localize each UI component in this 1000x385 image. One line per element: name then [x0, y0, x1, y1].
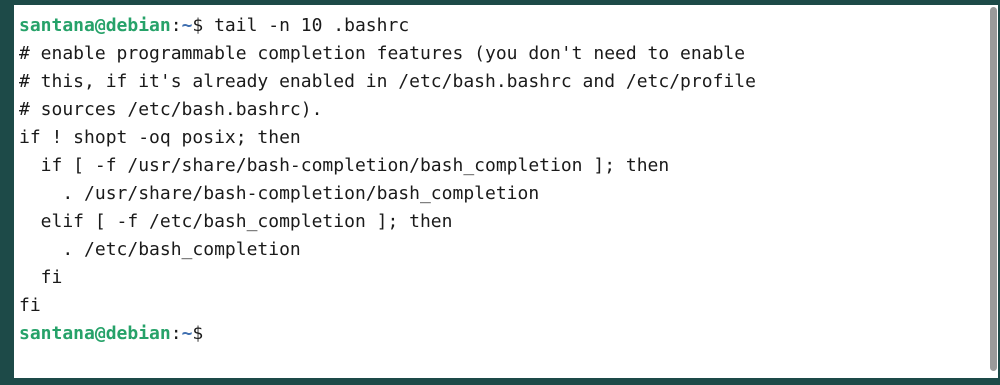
command-prompt-line: santana@debian:~$ tail -n 10 .bashrc — [19, 12, 756, 40]
terminal-window: santana@debian:~$ tail -n 10 .bashrc # en… — [0, 0, 1000, 385]
output-line: elif [ -f /etc/bash_completion ]; then — [19, 211, 453, 232]
prompt-path: ~ — [181, 323, 193, 344]
output-line: # this, if it's already enabled in /etc/… — [19, 71, 756, 92]
prompt-symbol: $ — [192, 15, 204, 36]
vertical-scrollbar[interactable] — [988, 7, 998, 371]
output-line: # enable programmable completion feature… — [19, 43, 746, 64]
output-line: fi — [19, 295, 41, 316]
prompt-path: ~ — [181, 15, 193, 36]
terminal-output: santana@debian:~$ tail -n 10 .bashrc # en… — [19, 12, 756, 348]
terminal-pane[interactable]: santana@debian:~$ tail -n 10 .bashrc # en… — [14, 5, 998, 378]
command-text: tail -n 10 .bashrc — [203, 15, 410, 36]
output-line: . /usr/share/bash-completion/bash_comple… — [19, 183, 540, 204]
prompt-user-host: santana@debian — [19, 15, 171, 36]
prompt-separator: : — [170, 15, 182, 36]
prompt-symbol: $ — [192, 323, 204, 344]
output-line: # sources /etc/bash.bashrc). — [19, 99, 323, 120]
output-line: if [ -f /usr/share/bash-completion/bash_… — [19, 155, 670, 176]
prompt-separator: : — [170, 323, 182, 344]
final-prompt-line: santana@debian:~$ — [19, 320, 756, 348]
prompt-user-host: santana@debian — [19, 323, 171, 344]
output-line: . /etc/bash_completion — [19, 239, 301, 260]
output-line: fi — [19, 267, 63, 288]
output-line: if ! shopt -oq posix; then — [19, 127, 301, 148]
scrollbar-thumb[interactable] — [990, 7, 997, 371]
